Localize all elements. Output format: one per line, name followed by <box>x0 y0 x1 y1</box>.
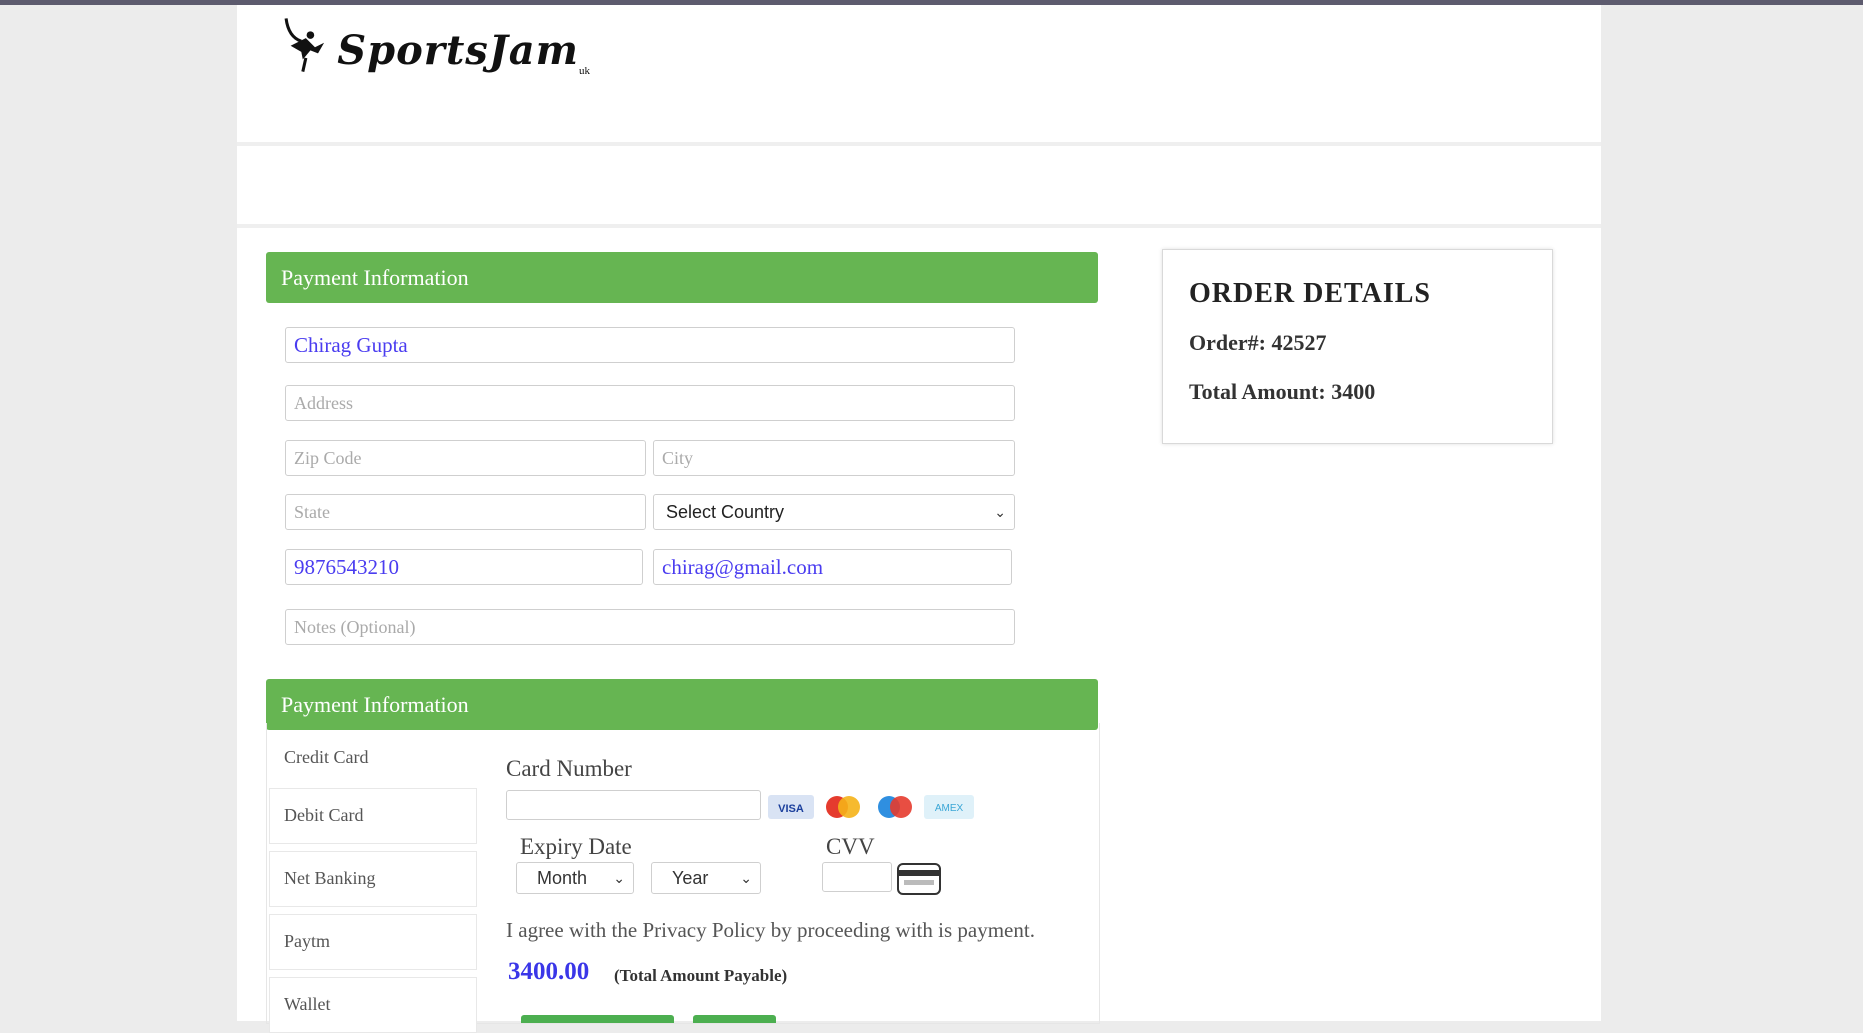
chevron-down-icon: ⌄ <box>994 503 1006 520</box>
country-select[interactable]: Select Country ⌄ <box>653 494 1015 530</box>
city-field[interactable] <box>653 440 1015 476</box>
order-total: Total Amount: 3400 <box>1189 379 1376 404</box>
zip-code-field[interactable] <box>285 440 646 476</box>
order-number: Order#: 42527 <box>1189 330 1327 355</box>
maestro-icon <box>872 795 918 819</box>
tab-net-banking[interactable]: Net Banking <box>269 851 477 907</box>
address-field[interactable] <box>285 385 1015 421</box>
card-number-label: Card Number <box>506 756 632 781</box>
expiry-date-label: Expiry Date <box>520 834 632 859</box>
jumping-athlete-logo-icon <box>284 18 325 72</box>
order-details-card: ORDER DETAILS Order#: 42527 Total Amount… <box>1162 249 1553 444</box>
site-header: SportsJam uk <box>237 5 1601 146</box>
card-back-cvv-icon <box>897 863 941 895</box>
nav-band <box>237 146 1601 228</box>
email-field[interactable] <box>653 549 1012 585</box>
chevron-down-icon: ⌄ <box>613 869 625 886</box>
payable-amount-note: (Total Amount Payable) <box>614 966 788 985</box>
phone-field[interactable] <box>285 549 643 585</box>
expiry-year-value: Year <box>672 867 709 888</box>
site-logo[interactable]: SportsJam uk <box>280 5 590 85</box>
amex-icon: AMEX <box>924 795 974 819</box>
svg-text:AMEX: AMEX <box>935 803 964 814</box>
cancel-button[interactable] <box>693 1015 776 1023</box>
tab-credit-card[interactable]: Credit Card <box>269 730 477 786</box>
cvv-label: CVV <box>826 834 875 859</box>
tab-wallet[interactable]: Wallet <box>269 977 477 1033</box>
expiry-month-select[interactable]: Month ⌄ <box>516 862 634 894</box>
payable-amount: 3400.00 <box>508 958 590 985</box>
tab-debit-card[interactable]: Debit Card <box>269 788 477 844</box>
notes-field[interactable] <box>285 609 1015 645</box>
mastercard-icon <box>820 795 866 819</box>
card-number-input[interactable] <box>506 790 761 820</box>
svg-text:VISA: VISA <box>778 803 804 815</box>
tab-paytm[interactable]: Paytm <box>269 914 477 970</box>
chevron-down-icon: ⌄ <box>740 869 752 886</box>
state-field[interactable] <box>285 494 646 530</box>
logo-suffix: uk <box>579 65 590 77</box>
expiry-year-select[interactable]: Year ⌄ <box>651 862 761 894</box>
country-select-value: Select Country <box>666 501 785 522</box>
logo-text: SportsJam <box>337 26 579 74</box>
order-details-title: ORDER DETAILS <box>1189 278 1431 309</box>
pay-now-button[interactable] <box>521 1015 674 1023</box>
cvv-input[interactable] <box>822 862 892 892</box>
name-field[interactable] <box>285 327 1015 363</box>
billing-panel-header: Payment Information <box>266 252 1098 303</box>
visa-icon: VISA <box>768 795 814 819</box>
privacy-agree-text: I agree with the Privacy Policy by proce… <box>506 918 1035 942</box>
expiry-month-value: Month <box>537 867 588 888</box>
